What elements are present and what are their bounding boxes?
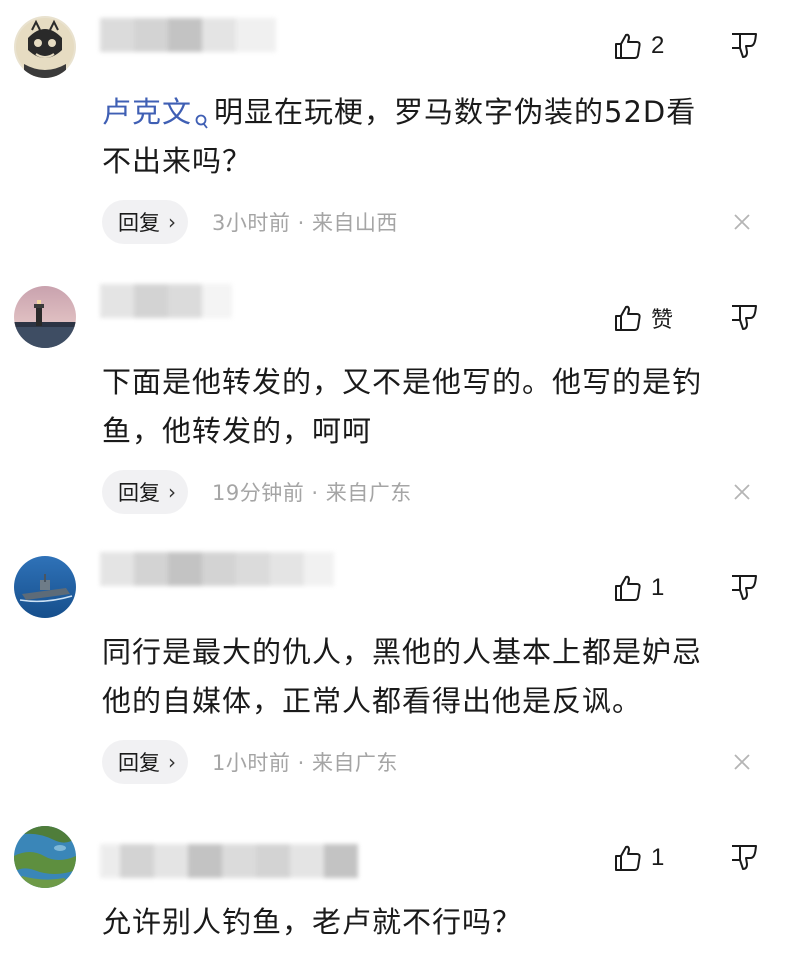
timestamp-location: 19分钟前 · 来自广东 xyxy=(212,481,412,505)
reply-button[interactable]: 回复 › xyxy=(102,200,188,244)
like-count: 2 xyxy=(651,32,665,59)
comment-actions: 1 xyxy=(613,840,759,876)
thumbs-up-icon xyxy=(613,303,643,333)
search-icon xyxy=(194,96,208,145)
chevron-right-icon: › xyxy=(168,210,176,234)
chevron-right-icon: › xyxy=(168,750,176,774)
thumbs-down-icon xyxy=(729,573,759,603)
timestamp-location: 1小时前 · 来自广东 xyxy=(212,751,398,775)
close-icon[interactable] xyxy=(732,752,752,772)
like-button[interactable]: 1 xyxy=(613,573,693,603)
comment-text: 同行是最大的仇人，黑他的人基本上都是妒忌 他的自媒体，正常人都看得出他是反讽。 xyxy=(102,635,703,718)
comment-text: 下面是他转发的，又不是他写的。他写的是钓 鱼，他转发的，呵呵 xyxy=(102,365,703,448)
dislike-button[interactable] xyxy=(729,303,759,333)
close-icon[interactable] xyxy=(732,212,752,232)
mention-link[interactable]: 卢克文 xyxy=(102,95,214,129)
username-blurred[interactable] xyxy=(100,552,334,618)
like-button[interactable]: 赞 xyxy=(613,302,693,334)
dislike-button[interactable] xyxy=(729,573,759,603)
comment-actions: 赞 xyxy=(613,300,759,336)
like-button[interactable]: 2 xyxy=(613,31,693,61)
comment-meta: 回复 › 1小时前 · 来自广东 xyxy=(102,740,398,784)
reply-button[interactable]: 回复 › xyxy=(102,470,188,514)
thumbs-up-icon xyxy=(613,573,643,603)
avatar[interactable] xyxy=(14,826,76,888)
avatar[interactable] xyxy=(14,16,76,78)
like-button[interactable]: 1 xyxy=(613,843,693,873)
thumbs-down-icon xyxy=(729,31,759,61)
like-count: 赞 xyxy=(651,308,674,333)
avatar[interactable] xyxy=(14,556,76,618)
dislike-button[interactable] xyxy=(729,843,759,873)
avatar[interactable] xyxy=(14,286,76,348)
thumbs-up-icon xyxy=(613,843,643,873)
comment-text: 卢克文 明显在玩梗，罗马数字伪装的52D看 不出来吗？ xyxy=(102,95,697,178)
username-blurred[interactable] xyxy=(100,18,276,84)
username-blurred[interactable] xyxy=(100,284,232,350)
thumbs-down-icon xyxy=(729,303,759,333)
like-count: 1 xyxy=(651,844,665,871)
close-icon[interactable] xyxy=(732,482,752,502)
comment-meta: 回复 › 3小时前 · 来自山西 xyxy=(102,200,398,244)
timestamp-location: 3小时前 · 来自山西 xyxy=(212,211,398,235)
comment-actions: 1 xyxy=(613,570,759,606)
comment-meta: 回复 › 19分钟前 · 来自广东 xyxy=(102,470,412,514)
thumbs-up-icon xyxy=(613,31,643,61)
reply-button[interactable]: 回复 › xyxy=(102,740,188,784)
comment-actions: 2 xyxy=(613,28,759,64)
chevron-right-icon: › xyxy=(168,480,176,504)
thumbs-down-icon xyxy=(729,843,759,873)
dislike-button[interactable] xyxy=(729,31,759,61)
like-count: 1 xyxy=(651,574,665,601)
comment-text: 允许别人钓鱼，老卢就不行吗？ xyxy=(102,905,523,939)
